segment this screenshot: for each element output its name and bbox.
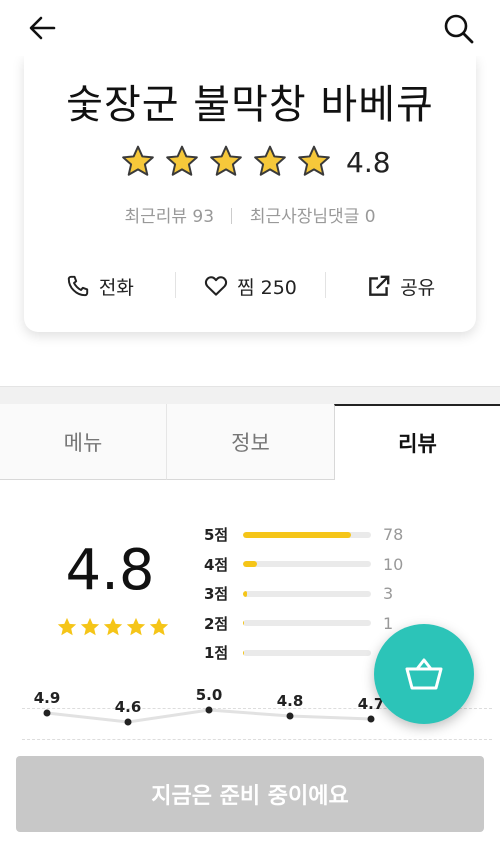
like-label: 찜 250 bbox=[237, 276, 297, 299]
trend-label: 4.8 bbox=[277, 692, 304, 710]
basket-icon bbox=[405, 658, 443, 690]
star-icon bbox=[166, 145, 198, 176]
star-icon bbox=[298, 145, 330, 176]
rating-bar bbox=[243, 590, 371, 597]
cart-button[interactable] bbox=[374, 624, 474, 724]
heart-icon bbox=[205, 276, 228, 296]
store-rating-value: 4.8 bbox=[346, 145, 391, 179]
phone-icon bbox=[67, 275, 89, 297]
rating-bar bbox=[243, 531, 371, 538]
call-label: 전화 bbox=[98, 276, 134, 299]
tab-review[interactable]: 리뷰 bbox=[334, 404, 500, 480]
order-button[interactable]: 지금은 준비 중이에요 bbox=[16, 756, 484, 832]
tab-bar: 메뉴 정보 리뷰 bbox=[0, 404, 500, 480]
call-button[interactable]: 전화 bbox=[24, 266, 175, 306]
rating-bar bbox=[243, 561, 371, 568]
share-button[interactable]: 공유 bbox=[325, 266, 476, 306]
trend-label: 5.0 bbox=[196, 686, 223, 704]
star-icon bbox=[103, 617, 123, 636]
rating-count: 78 bbox=[383, 525, 404, 545]
rating-bar-fill bbox=[243, 649, 245, 656]
rating-label: 4점 bbox=[204, 555, 229, 574]
trend-point bbox=[367, 715, 375, 723]
arrow-left-icon bbox=[29, 16, 56, 40]
tab-info[interactable]: 정보 bbox=[167, 404, 334, 480]
trend-point bbox=[43, 709, 51, 717]
rating-bar bbox=[243, 649, 371, 656]
store-name: 숯장군 불막창 바베큐 bbox=[66, 82, 434, 128]
star-icon bbox=[80, 617, 100, 636]
trend-label: 4.6 bbox=[115, 698, 142, 716]
recent-review-count[interactable]: 최근리뷰 93 bbox=[124, 207, 214, 227]
store-info-card: 숯장군 불막창 바베큐 4.8 최근리뷰 93 최근사장님댓글 0 전화 찜 2… bbox=[24, 56, 476, 332]
section-divider bbox=[0, 386, 500, 404]
star-icon bbox=[122, 145, 154, 176]
trend-label: 4.9 bbox=[34, 689, 61, 707]
divider bbox=[231, 208, 233, 224]
rating-label: 1점 bbox=[204, 644, 229, 663]
rating-bar-fill bbox=[243, 561, 258, 568]
rating-count: 3 bbox=[383, 584, 394, 604]
trend-point bbox=[124, 718, 132, 726]
review-stars bbox=[56, 616, 171, 638]
star-icon bbox=[210, 145, 242, 176]
rating-label: 5점 bbox=[204, 526, 229, 545]
rating-count: 1 bbox=[383, 613, 394, 633]
rating-bar-fill bbox=[243, 531, 351, 538]
rating-row-3: 3점 3 bbox=[204, 579, 434, 609]
like-button[interactable]: 찜 250 bbox=[174, 266, 326, 306]
search-icon bbox=[444, 14, 474, 44]
rating-label: 3점 bbox=[204, 585, 229, 604]
owner-comment-count[interactable]: 최근사장님댓글 0 bbox=[250, 207, 376, 227]
star-icon bbox=[126, 617, 146, 636]
star-icon bbox=[149, 617, 169, 636]
store-actions: 전화 찜 250 공유 bbox=[24, 266, 476, 306]
store-rating-row: 4.8 bbox=[120, 142, 391, 182]
search-button[interactable] bbox=[440, 10, 478, 48]
tab-menu[interactable]: 메뉴 bbox=[0, 404, 167, 480]
rating-bar bbox=[243, 620, 371, 627]
top-bar bbox=[0, 0, 500, 56]
back-button[interactable] bbox=[26, 10, 62, 46]
rating-bar-fill bbox=[243, 590, 247, 597]
star-icon bbox=[57, 617, 77, 636]
rating-bar-fill bbox=[243, 620, 245, 627]
share-icon bbox=[369, 275, 390, 296]
review-counts: 최근리뷰 93 최근사장님댓글 0 bbox=[24, 202, 476, 227]
trend-point bbox=[205, 706, 213, 714]
share-label: 공유 bbox=[400, 276, 436, 299]
review-average-score: 4.8 bbox=[65, 538, 155, 603]
trend-point bbox=[286, 712, 294, 720]
rating-label: 2점 bbox=[204, 614, 229, 633]
rating-row-5: 5점 78 bbox=[204, 520, 434, 550]
star-icon bbox=[254, 145, 286, 176]
rating-row-4: 4점 10 bbox=[204, 550, 434, 580]
rating-count: 10 bbox=[383, 554, 404, 574]
